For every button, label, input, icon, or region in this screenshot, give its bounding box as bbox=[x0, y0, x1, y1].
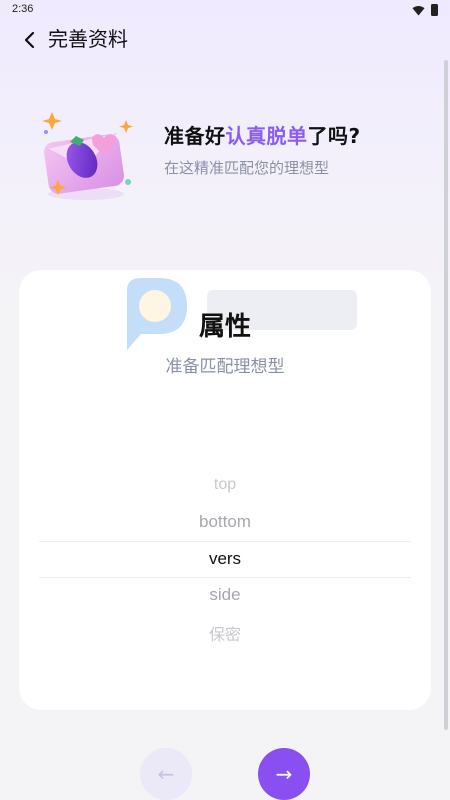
attribute-card: 属性 准备匹配理想型 top bottom vers side 保密 bbox=[19, 270, 431, 710]
picker-option[interactable]: bottom bbox=[39, 512, 411, 532]
next-button[interactable]: → bbox=[258, 748, 310, 800]
hero-title-accent: 认真脱单 bbox=[225, 124, 308, 148]
card-title: 属性 bbox=[198, 312, 251, 342]
picker-option[interactable]: 保密 bbox=[39, 621, 411, 645]
previous-button[interactable]: ← bbox=[140, 748, 192, 800]
arrow-left-icon: ← bbox=[157, 762, 175, 786]
arrow-right-icon: → bbox=[275, 762, 293, 786]
wifi-icon bbox=[412, 5, 425, 15]
picker-option-selected[interactable]: vers bbox=[39, 549, 411, 569]
hero-subtitle: 在这精准匹配您的理想型 bbox=[164, 159, 330, 177]
battery-icon bbox=[431, 4, 438, 16]
hero-title-lead: 准备好 bbox=[164, 124, 226, 148]
picker-divider-bottom bbox=[39, 577, 411, 578]
card-subtitle: 准备匹配理想型 bbox=[165, 357, 285, 377]
eggplant-envelope-illustration bbox=[42, 112, 133, 200]
chevron-left-icon bbox=[24, 31, 35, 49]
page-title: 完善资料 bbox=[48, 27, 128, 51]
back-button[interactable] bbox=[16, 26, 44, 54]
picker-option[interactable]: side bbox=[39, 585, 411, 605]
hero-title-tail: 了吗? bbox=[307, 124, 361, 148]
picker-option[interactable]: top bbox=[39, 476, 411, 494]
hero-title: 准备好认真脱单了吗? bbox=[164, 120, 361, 149]
header: 完善资料 bbox=[0, 22, 450, 58]
scrollbar[interactable] bbox=[444, 60, 448, 730]
status-time: 2:36 bbox=[12, 3, 34, 15]
picker-divider-top bbox=[39, 541, 411, 542]
status-icons bbox=[412, 4, 438, 16]
status-bar: 2:36 bbox=[0, 0, 450, 22]
attribute-picker[interactable]: top bottom vers side 保密 bbox=[39, 470, 411, 650]
